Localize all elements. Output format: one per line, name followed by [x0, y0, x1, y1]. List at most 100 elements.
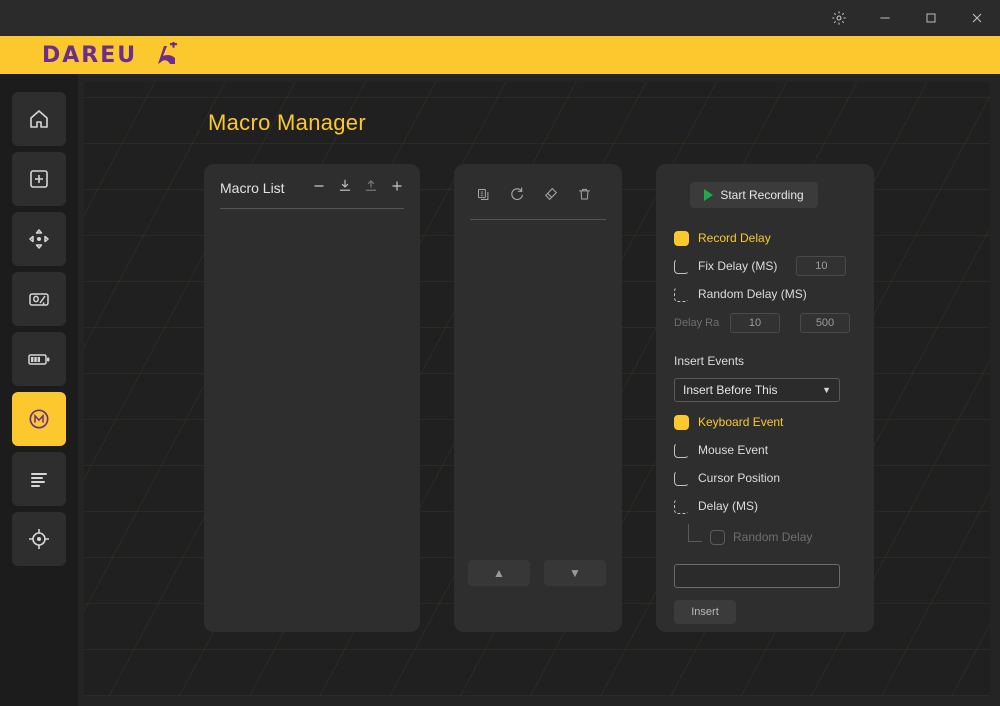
macro-steps-items[interactable] — [454, 220, 622, 560]
close-icon — [969, 10, 985, 26]
fix-delay-checkbox[interactable] — [674, 258, 689, 274]
delete-macro-button[interactable] — [312, 180, 326, 196]
edit-step-button[interactable] — [543, 186, 559, 207]
sidebar — [0, 74, 78, 706]
brand-logo: DAREU — [42, 40, 179, 68]
sidebar-item-macro[interactable] — [12, 392, 66, 446]
new-macro-button[interactable] — [390, 180, 404, 196]
nested-random-delay-option[interactable]: Random Delay — [688, 524, 856, 550]
minimize-icon — [877, 10, 893, 26]
macro-list-header: Macro List — [204, 164, 420, 196]
insert-button-label: Insert — [691, 606, 719, 618]
insert-button[interactable]: Insert — [674, 600, 736, 624]
add-square-icon — [27, 167, 51, 191]
fix-delay-label: Fix Delay (MS) — [698, 259, 778, 273]
align-list-icon — [27, 467, 51, 491]
delay-ms-label: Delay (MS) — [698, 499, 759, 513]
play-icon — [704, 189, 714, 201]
battery-icon — [26, 347, 52, 371]
delete-step-button[interactable] — [577, 186, 592, 207]
sidebar-item-add[interactable] — [12, 152, 66, 206]
trash-icon — [577, 188, 592, 206]
insert-events-label: Insert Events — [674, 354, 745, 368]
dareu-mark-icon — [145, 40, 179, 68]
random-delay-label: Random Delay (MS) — [698, 287, 807, 301]
random-delay-checkbox[interactable] — [674, 286, 689, 302]
sidebar-item-calibration[interactable] — [12, 512, 66, 566]
record-delay-label: Record Delay — [698, 231, 771, 245]
macro-m-icon — [26, 406, 52, 432]
brand-bar: DAREU — [0, 36, 1000, 74]
home-icon — [27, 107, 51, 131]
minus-icon — [312, 179, 326, 198]
download-icon — [338, 178, 352, 198]
arrow-down-icon: ▼ — [569, 566, 581, 580]
delay-range-row: Delay Ra 10 500 — [674, 308, 856, 338]
dpi-move-icon — [27, 227, 51, 251]
sidebar-item-battery[interactable] — [12, 332, 66, 386]
mouse-event-label: Mouse Event — [698, 443, 769, 457]
macro-steps-footer: ▲ ▼ — [454, 560, 622, 586]
event-value-input[interactable] — [674, 564, 840, 588]
macro-list-panel: Macro List — [204, 164, 420, 632]
delay-range-label: Delay Ra — [674, 317, 720, 329]
close-button[interactable] — [954, 0, 1000, 36]
settings-button[interactable] — [816, 0, 862, 36]
sidebar-item-report-rate[interactable] — [12, 452, 66, 506]
application-window: DAREU Macro Manager Macro List ▲ ▼ Start… — [0, 0, 1000, 706]
start-recording-button[interactable]: Start Recording — [690, 182, 818, 208]
start-recording-label: Start Recording — [720, 188, 804, 202]
macro-steps-panel: ▲ ▼ — [454, 164, 622, 632]
import-macro-button[interactable] — [338, 178, 352, 198]
percent-icon — [27, 287, 51, 311]
keyboard-event-checkbox[interactable] — [674, 414, 689, 430]
cursor-position-option[interactable]: Cursor Position — [674, 464, 856, 492]
sidebar-item-sensitivity[interactable] — [12, 272, 66, 326]
crosshair-icon — [27, 527, 51, 551]
record-delay-option[interactable]: Record Delay — [674, 224, 856, 252]
chevron-down-icon: ▼ — [822, 385, 831, 395]
nested-random-delay-checkbox[interactable] — [710, 529, 725, 545]
move-step-up-button[interactable]: ▲ — [468, 560, 530, 586]
plus-icon — [390, 179, 404, 198]
mouse-event-option[interactable]: Mouse Event — [674, 436, 856, 464]
fix-delay-option[interactable]: Fix Delay (MS) 10 — [674, 252, 856, 280]
content-area: Macro Manager Macro List ▲ ▼ Start Recor… — [84, 82, 990, 696]
delay-range-max-input[interactable]: 500 — [800, 313, 850, 333]
sidebar-item-movement[interactable] — [12, 212, 66, 266]
nested-random-delay-label: Random Delay — [733, 530, 813, 544]
insert-position-select[interactable]: Insert Before This ▼ — [674, 378, 840, 402]
delay-range-min-input[interactable]: 10 — [730, 313, 780, 333]
keyboard-event-option[interactable]: Keyboard Event — [674, 408, 856, 436]
redo-icon — [509, 187, 525, 206]
macro-list-items[interactable] — [204, 209, 420, 589]
delay-ms-checkbox[interactable] — [674, 498, 689, 514]
random-delay-option[interactable]: Random Delay (MS) — [674, 280, 856, 308]
delay-ms-option[interactable]: Delay (MS) — [674, 492, 856, 520]
arrow-up-icon: ▲ — [493, 566, 505, 580]
macro-properties-panel: Start Recording Record Delay Fix Delay (… — [656, 164, 874, 632]
tree-elbow-icon — [688, 524, 702, 542]
move-step-down-button[interactable]: ▼ — [544, 560, 606, 586]
insert-position-value: Insert Before This — [683, 383, 778, 397]
brand-name: DAREU — [42, 42, 138, 68]
macro-steps-toolbar — [454, 164, 622, 207]
title-bar — [0, 0, 1000, 36]
maximize-button[interactable] — [908, 0, 954, 36]
export-macro-button[interactable] — [364, 180, 378, 196]
cursor-position-checkbox[interactable] — [674, 470, 689, 486]
minimize-button[interactable] — [862, 0, 908, 36]
upload-icon — [364, 178, 378, 198]
record-delay-checkbox[interactable] — [674, 230, 689, 246]
eraser-icon — [543, 188, 559, 206]
maximize-icon — [923, 10, 939, 26]
mouse-event-checkbox[interactable] — [674, 442, 689, 458]
fix-delay-input[interactable]: 10 — [796, 256, 847, 276]
macro-list-title: Macro List — [220, 180, 285, 196]
copy-step-button[interactable] — [476, 187, 491, 207]
sidebar-item-home[interactable] — [12, 92, 66, 146]
repeat-step-button[interactable] — [509, 186, 525, 207]
properties-body: Start Recording Record Delay Fix Delay (… — [656, 164, 874, 624]
copy-icon — [476, 188, 491, 206]
keyboard-event-label: Keyboard Event — [698, 415, 784, 429]
